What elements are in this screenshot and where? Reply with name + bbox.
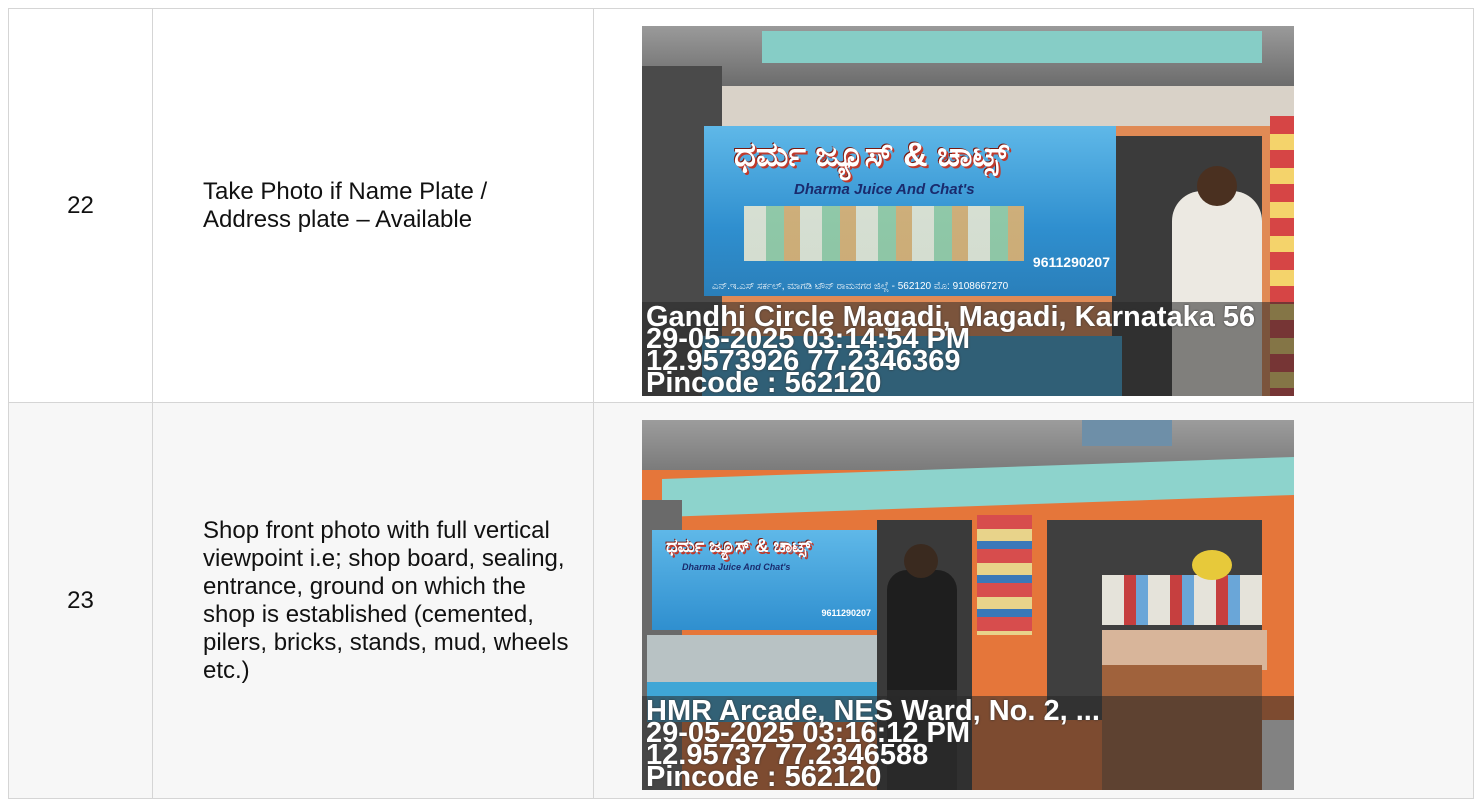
overlay-pincode: Pincode : 562120 (646, 367, 882, 397)
table-row: 23 Shop front photo with full vertical v… (8, 402, 1474, 799)
row-number: 23 (8, 402, 153, 799)
photo-cell: ಧರ್ಮ ಜ್ಯೂಸ್ & ಚಾಟ್ಸ್ Dharma Juice And Ch… (593, 8, 1474, 403)
row-number: 22 (8, 8, 153, 403)
table-row: 22 Take Photo if Name Plate / Address pl… (8, 8, 1474, 403)
row-description: Shop front photo with full vertical view… (203, 516, 569, 684)
sign-phone: 9611290207 (821, 608, 871, 618)
shop-signboard: ಧರ್ಮ ಜ್ಯೂಸ್ & ಚಾಟ್ಸ್ Dharma Juice And Ch… (652, 530, 877, 630)
row-description-cell: Take Photo if Name Plate / Address plate… (152, 8, 594, 403)
overlay-pincode: Pincode : 562120 (646, 761, 882, 791)
checklist-table: 22 Take Photo if Name Plate / Address pl… (8, 8, 1474, 799)
geotag-overlay: Gandhi Circle Magadi, Magadi, Karnataka … (642, 302, 1294, 396)
sign-title: ಧರ್ಮ ಜ್ಯೂಸ್ & ಚಾಟ್ಸ್ (666, 536, 812, 556)
shop-name-plate-photo: ಧರ್ಮ ಜ್ಯೂಸ್ & ಚಾಟ್ಸ್ Dharma Juice And Ch… (642, 26, 1294, 396)
sign-phone: 9611290207 (1032, 254, 1110, 270)
shop-signboard: ಧರ್ಮ ಜ್ಯೂಸ್ & ಚಾಟ್ಸ್ Dharma Juice And Ch… (704, 126, 1116, 296)
row-description: Take Photo if Name Plate / Address plate… (203, 177, 488, 233)
row-description-cell: Shop front photo with full vertical view… (152, 402, 594, 799)
geotag-overlay: HMR Arcade, NES Ward, No. 2, ... 29-05-2… (642, 696, 1294, 790)
sign-subtitle: Dharma Juice And Chat's (794, 181, 975, 198)
sign-title: ಧರ್ಮ ಜ್ಯೂಸ್ & ಚಾಟ್ಸ್ (734, 136, 1009, 174)
shop-front-photo: ಧರ್ಮ ಜ್ಯೂಸ್ & ಚಾಟ್ಸ್ Dharma Juice And Ch… (642, 420, 1294, 790)
sign-address: ಎನ್.ಇ.ಎಸ್ ಸರ್ಕಲ್, ಮಾಗಡಿ ಟೌನ್ ರಾಮನಗರ ಜಿಲ್… (712, 281, 1009, 292)
sign-subtitle: Dharma Juice And Chat's (682, 562, 791, 572)
photo-cell: ಧರ್ಮ ಜ್ಯೂಸ್ & ಚಾಟ್ಸ್ Dharma Juice And Ch… (593, 402, 1474, 799)
